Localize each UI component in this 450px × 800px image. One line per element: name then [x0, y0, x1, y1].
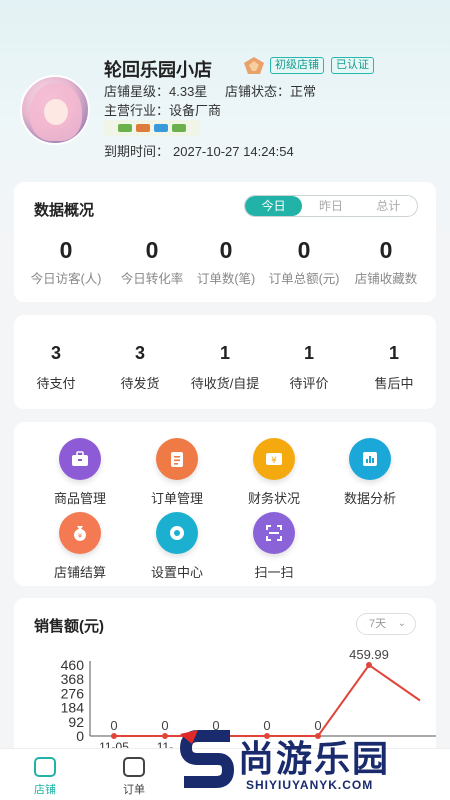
watermark-domain: SHIYIUYANYK.COM	[246, 778, 374, 792]
tab-label: 店铺	[34, 784, 56, 796]
data-point	[162, 733, 168, 739]
overview-card: 数据概况 今日 昨日 总计 0 今日访客(人) 0 今日转化率 0 订单数(笔)…	[14, 182, 436, 302]
data-label: 0	[110, 718, 117, 733]
stat-label: 今日访客(人)	[30, 272, 102, 286]
stat-value: 0	[145, 237, 159, 263]
tool-scan[interactable]: 扫一扫	[232, 512, 316, 581]
shop-name: 轮回乐园小店	[104, 60, 212, 80]
industry-value: 设备厂商	[169, 103, 222, 118]
tool-product-management[interactable]: 商品管理	[38, 438, 122, 507]
tool-label: 扫一扫	[254, 565, 294, 580]
order-label: 待评价	[289, 376, 329, 391]
overview-title: 数据概况	[34, 202, 95, 219]
svg-text:¥: ¥	[271, 456, 277, 466]
order-status-pending-receipt[interactable]: 1 待收货/自提	[183, 343, 267, 392]
data-point	[111, 733, 117, 739]
expiry-value: 2027-10-27 14:24:54	[173, 144, 294, 159]
shop-expiry-row: 到期时间： 2027-10-27 14:24:54	[104, 141, 294, 160]
order-status-pending-review[interactable]: 1 待评价	[267, 343, 351, 392]
rating-value: 4.33星	[169, 84, 208, 99]
tab-total[interactable]: 总计	[360, 196, 417, 216]
order-label: 待收货/自提	[190, 376, 260, 391]
tab-label: 订单	[123, 784, 145, 796]
tool-data-analysis[interactable]: 数据分析	[328, 438, 412, 507]
shop-header: 轮回乐园小店 初级店铺 已认证 店铺星级：4.33星 店铺状态：正常 主营行业：…	[0, 0, 450, 175]
data-label: 459.99	[349, 647, 389, 662]
order-count: 1	[303, 343, 314, 363]
tool-label: 店铺结算	[53, 565, 106, 580]
order-count: 3	[134, 343, 145, 363]
briefcase-icon	[59, 438, 101, 480]
shop-avatar[interactable]	[20, 75, 90, 145]
shop-rating-row: 店铺星级：4.33星 店铺状态：正常	[104, 81, 316, 100]
stat-value: 0	[379, 237, 393, 263]
data-point	[366, 662, 372, 669]
tool-label: 商品管理	[53, 491, 106, 506]
order-count: 3	[50, 343, 61, 363]
tab-today[interactable]: 今日	[245, 196, 303, 216]
stat-visitors: 0 今日访客(人)	[28, 237, 104, 287]
tool-shop-settlement[interactable]: ¥ 店铺结算	[38, 512, 122, 581]
stat-order-total: 0 订单总额(元)	[264, 237, 344, 287]
verified-tag: 已认证	[331, 57, 374, 74]
stat-label: 店铺收藏数	[354, 272, 418, 286]
shop-icon	[34, 757, 56, 777]
tab-shop[interactable]: 店铺	[15, 757, 75, 797]
stat-orders: 0 订单数(笔)	[188, 237, 264, 287]
watermark: 尚游乐园 SHIYIUYANYK.COM	[180, 726, 450, 800]
stat-conversion: 0 今日转化率	[114, 237, 190, 287]
order-label: 待支付	[36, 376, 76, 391]
moneybag-icon: ¥	[59, 512, 101, 554]
gear-icon	[156, 512, 198, 554]
tool-settings[interactable]: 设置中心	[135, 512, 219, 581]
shop-industry-row: 主营行业：设备厂商	[104, 100, 221, 119]
tab-orders[interactable]: 订单	[104, 757, 164, 797]
tool-order-management[interactable]: 订单管理	[135, 438, 219, 507]
svg-text:¥: ¥	[78, 532, 83, 540]
data-label: 0	[161, 718, 168, 733]
order-label: 售后中	[374, 376, 414, 391]
stat-label: 订单数(笔)	[196, 272, 256, 286]
tool-finance[interactable]: ¥ 财务状况	[232, 438, 316, 507]
tool-label: 订单管理	[150, 491, 203, 506]
status-label: 店铺状态：	[224, 84, 290, 99]
status-value: 正常	[289, 84, 316, 99]
order-count: 1	[219, 343, 230, 363]
expiry-label: 到期时间：	[104, 144, 170, 159]
order-list-icon	[123, 757, 145, 777]
money-icon: ¥	[253, 438, 295, 480]
stat-value: 0	[297, 237, 311, 263]
stat-favorites: 0 店铺收藏数	[347, 237, 425, 287]
shop-level-tag: 初级店铺	[270, 57, 324, 74]
orders-card: 3 待支付 3 待发货 1 待收货/自提 1 待评价 1 售后中	[14, 315, 436, 409]
stat-value: 0	[219, 237, 233, 263]
overview-period-tabs: 今日 昨日 总计	[244, 195, 418, 217]
tab-yesterday[interactable]: 昨日	[302, 196, 359, 216]
rating-label: 店铺星级：	[104, 84, 170, 99]
tool-label: 财务状况	[247, 491, 300, 506]
analytics-icon	[349, 438, 391, 480]
order-count: 1	[388, 343, 399, 363]
tools-card: 商品管理 订单管理 ¥ 财务状况 数据分析 ¥ 店铺结算 设置中心 扫一扫	[14, 422, 436, 586]
stat-label: 今日转化率	[120, 272, 184, 286]
y-tick-label: 0	[76, 728, 84, 744]
watermark-logo-icon	[180, 730, 235, 788]
stat-label: 订单总额(元)	[268, 272, 340, 286]
scan-icon	[253, 512, 295, 554]
clipboard-icon	[156, 438, 198, 480]
rank-badge-icon	[244, 57, 264, 74]
tool-label: 设置中心	[150, 565, 203, 580]
stat-value: 0	[59, 237, 73, 263]
watermark-text: 尚游乐园	[238, 739, 391, 780]
industry-label: 主营行业：	[104, 103, 170, 118]
tool-label: 数据分析	[343, 491, 396, 506]
order-status-pending-payment[interactable]: 3 待支付	[14, 343, 98, 392]
order-status-pending-shipment[interactable]: 3 待发货	[98, 343, 182, 392]
license-stamp-image	[104, 120, 200, 136]
order-label: 待发货	[120, 376, 160, 391]
order-status-after-sale[interactable]: 1 售后中	[352, 343, 436, 392]
